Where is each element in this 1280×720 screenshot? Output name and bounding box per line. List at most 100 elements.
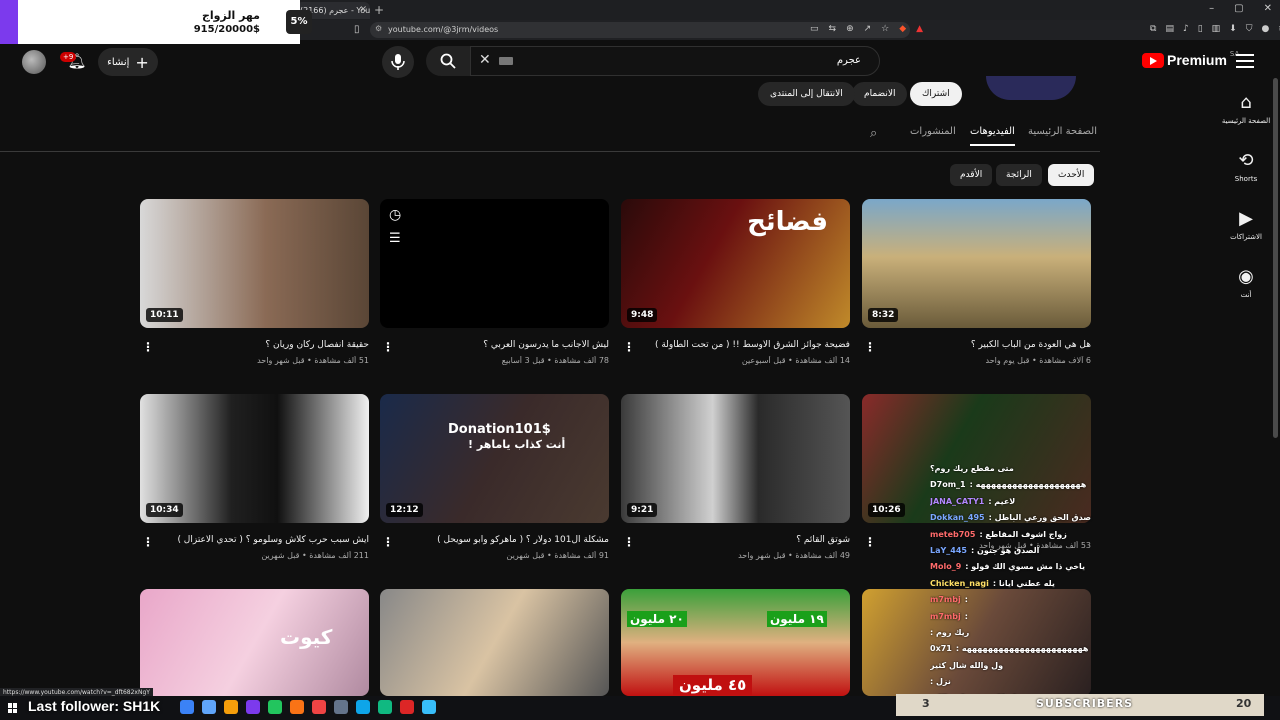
more-options-icon[interactable]: ⋮ bbox=[382, 340, 394, 354]
video-thumbnail[interactable]: 10:11 bbox=[140, 199, 369, 328]
video-thumbnail[interactable]: 9:21 bbox=[621, 394, 850, 523]
chrome-icon[interactable] bbox=[224, 700, 238, 714]
more-options-icon[interactable]: ⋮ bbox=[623, 535, 635, 549]
download-icon[interactable]: ⬇ bbox=[1229, 24, 1237, 34]
brave-icon[interactable] bbox=[312, 700, 326, 714]
new-tab-icon[interactable]: + bbox=[374, 3, 384, 17]
vpn-icon[interactable]: ⛉ bbox=[1246, 24, 1253, 34]
translate-icon[interactable]: ⇆ bbox=[829, 24, 837, 34]
video-thumbnail[interactable]: فضائح 9:48 bbox=[621, 199, 850, 328]
video-title[interactable]: ليش الأجانب ما يدرسون العربي ؟ bbox=[380, 340, 609, 350]
site-info-icon[interactable]: ⚙ bbox=[375, 24, 382, 33]
more-options-icon[interactable]: ⋮ bbox=[142, 340, 154, 354]
watch-later-icon[interactable]: ◷ bbox=[389, 207, 401, 223]
voice-search-button[interactable] bbox=[382, 46, 414, 78]
wallet-icon[interactable]: ▤ bbox=[1165, 24, 1174, 34]
more-options-icon[interactable]: ⋮ bbox=[142, 535, 154, 549]
video-card[interactable]: 10:11 حقيقة انفصال ركان وريان ؟ 51 ألف م… bbox=[140, 199, 369, 365]
excel-icon[interactable] bbox=[378, 700, 392, 714]
video-card[interactable]: كيوت bbox=[140, 589, 369, 696]
windows-start-icon[interactable] bbox=[8, 703, 18, 713]
share-icon[interactable]: ↗ bbox=[864, 24, 872, 34]
subscribe-button[interactable]: اشتراك bbox=[910, 82, 962, 106]
video-card[interactable]: Donation101$ أنت كذاب ياماهر ! 12:12 مشك… bbox=[380, 394, 609, 560]
zoom-icon[interactable]: ⊕ bbox=[846, 24, 854, 34]
install-icon[interactable]: ▭ bbox=[810, 24, 819, 34]
video-card[interactable]: 9:21 شوتق القائم ؟ 49 ألف مشاهدة • قبل ش… bbox=[621, 394, 850, 560]
video-thumbnail[interactable]: Donation101$ أنت كذاب ياماهر ! 12:12 bbox=[380, 394, 609, 523]
edge-icon[interactable] bbox=[180, 700, 194, 714]
sidebar-item-you[interactable]: ◉ أنت bbox=[1212, 266, 1280, 324]
chat-username: Molo_9 bbox=[930, 562, 962, 572]
account-avatar[interactable] bbox=[22, 50, 46, 74]
youtube-premium-logo[interactable]: Premium SA bbox=[1142, 50, 1239, 68]
video-title[interactable]: حقيقة انفصال ركان وريان ؟ bbox=[140, 340, 369, 350]
chip-popular[interactable]: الرائجة bbox=[996, 164, 1042, 186]
video-thumbnail[interactable]: ◷ ☰ bbox=[380, 199, 609, 328]
sidebar-item-shorts[interactable]: ⟲ Shorts bbox=[1212, 150, 1280, 208]
more-options-icon[interactable]: ⋮ bbox=[623, 340, 635, 354]
search-button[interactable] bbox=[426, 46, 470, 76]
obs-icon[interactable] bbox=[334, 700, 348, 714]
clear-search-icon[interactable]: ✕ bbox=[479, 52, 491, 68]
community-button[interactable]: الانتقال إلى المنتدى bbox=[758, 82, 855, 106]
chip-latest[interactable]: الأحدث bbox=[1048, 164, 1095, 186]
split-icon[interactable]: ▥ bbox=[1212, 24, 1221, 34]
keyboard-icon[interactable] bbox=[499, 57, 513, 65]
video-card[interactable] bbox=[380, 589, 609, 696]
video-thumbnail[interactable]: ٢٠ مليون ١٩ مليون ٤٥ مليون bbox=[621, 589, 850, 696]
last-follower-overlay: Last follower: SH1K bbox=[28, 698, 160, 714]
maximize-icon[interactable]: ▢ bbox=[1234, 3, 1243, 14]
star-icon[interactable]: ☆ bbox=[881, 24, 889, 34]
premiere-icon[interactable] bbox=[246, 700, 260, 714]
extension-icon[interactable]: ⧉ bbox=[1150, 24, 1156, 34]
video-title[interactable]: فضيحة جوائز الشرق الأوسط !! ( من تحت الط… bbox=[621, 340, 850, 350]
files-icon[interactable] bbox=[290, 700, 304, 714]
video-title[interactable]: أيش سبب حرب كلاش وسلومو ؟ ( تحدي الاعتزا… bbox=[140, 535, 369, 545]
video-card[interactable]: ٢٠ مليون ١٩ مليون ٤٥ مليون bbox=[621, 589, 850, 696]
telegram-icon[interactable] bbox=[422, 700, 436, 714]
more-options-icon[interactable]: ⋮ bbox=[864, 535, 876, 549]
page-scrollbar[interactable] bbox=[1273, 78, 1278, 438]
create-button[interactable]: إنشاء + bbox=[98, 48, 158, 76]
video-thumbnail[interactable]: 8:32 bbox=[862, 199, 1091, 328]
bookmark-icon[interactable]: ▯ bbox=[354, 24, 360, 35]
video-card[interactable]: 8:32 هل هي العودة من الباب الكبير ؟ 6 آل… bbox=[862, 199, 1091, 365]
video-title[interactable]: شوتق القائم ؟ bbox=[621, 535, 850, 545]
terminal-icon[interactable] bbox=[356, 700, 370, 714]
tab-posts[interactable]: المنشورات bbox=[910, 126, 956, 137]
whatsapp-icon[interactable] bbox=[268, 700, 282, 714]
guide-menu-icon[interactable] bbox=[1236, 54, 1254, 68]
close-icon[interactable]: ✕ bbox=[359, 5, 367, 15]
tab-videos[interactable]: الفيديوهات bbox=[970, 126, 1015, 146]
profile-icon[interactable]: ● bbox=[1261, 24, 1269, 34]
tab-home[interactable]: الصفحة الرئيسية bbox=[1028, 126, 1097, 137]
add-to-queue-icon[interactable]: ☰ bbox=[389, 231, 401, 246]
chat-message: 0x71: هههههههههههههههههههههههه bbox=[930, 644, 1160, 660]
search-input[interactable]: ✕ عجرم bbox=[470, 46, 880, 76]
rewards-icon[interactable]: ▲ bbox=[916, 24, 923, 34]
video-title[interactable]: مشكلة ال101 دولار ؟ ( ماهركو وأبو سويحل … bbox=[380, 535, 609, 545]
app-icon[interactable] bbox=[400, 700, 414, 714]
video-title[interactable]: هل هي العودة من الباب الكبير ؟ bbox=[862, 340, 1091, 350]
sidebar-toggle-icon[interactable]: ▯ bbox=[1198, 24, 1203, 34]
minimize-icon[interactable]: – bbox=[1209, 3, 1214, 14]
more-options-icon[interactable]: ⋮ bbox=[382, 535, 394, 549]
sidebar-item-subscriptions[interactable]: ▶ الاشتراكات bbox=[1212, 208, 1280, 266]
channel-search-icon[interactable]: ⌕ bbox=[870, 126, 877, 141]
channel-avatar[interactable] bbox=[986, 76, 1076, 100]
video-card[interactable]: ◷ ☰ ليش الأجانب ما يدرسون العربي ؟ 78 أل… bbox=[380, 199, 609, 365]
close-window-icon[interactable]: ✕ bbox=[1264, 3, 1272, 14]
join-button[interactable]: الانضمام bbox=[852, 82, 908, 106]
brave-shield-icon[interactable]: ◆ bbox=[899, 24, 906, 34]
music-icon[interactable]: ♪ bbox=[1183, 24, 1189, 34]
more-options-icon[interactable]: ⋮ bbox=[864, 340, 876, 354]
video-card[interactable]: فضائح 9:48 فضيحة جوائز الشرق الأوسط !! (… bbox=[621, 199, 850, 365]
chip-oldest[interactable]: الأقدم bbox=[950, 164, 993, 186]
store-icon[interactable] bbox=[202, 700, 216, 714]
sidebar-item-home[interactable]: ⌂ الصفحة الرئيسية bbox=[1212, 92, 1280, 150]
video-thumbnail[interactable] bbox=[380, 589, 609, 696]
video-card[interactable]: 10:34 أيش سبب حرب كلاش وسلومو ؟ ( تحدي ا… bbox=[140, 394, 369, 560]
video-thumbnail[interactable]: كيوت bbox=[140, 589, 369, 696]
video-thumbnail[interactable]: 10:34 bbox=[140, 394, 369, 523]
